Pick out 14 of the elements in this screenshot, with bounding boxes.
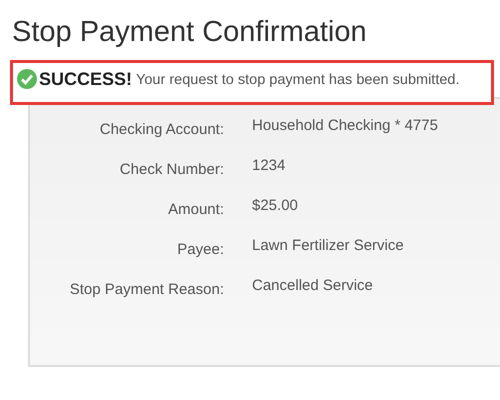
field-label: Amount: xyxy=(167,201,224,218)
alert-heading: SUCCESS! xyxy=(39,69,132,90)
field-value: Cancelled Service xyxy=(252,277,373,294)
field-label: Stop Payment Reason: xyxy=(68,281,224,298)
alert-message: Your request to stop payment has been submitted. xyxy=(136,72,460,88)
check-circle-icon xyxy=(17,69,37,89)
field-value: Lawn Fertilizer Service xyxy=(252,237,404,254)
field-label: Checking Account: xyxy=(98,121,224,138)
field-label: Check Number: xyxy=(118,161,224,178)
field-value: Household Checking * 4775 xyxy=(252,117,438,134)
page-title: Stop Payment Confirmation xyxy=(12,15,368,50)
field-value: $25.00 xyxy=(252,197,298,214)
field-value: 1234 xyxy=(252,157,286,174)
field-label: Payee: xyxy=(176,241,224,258)
